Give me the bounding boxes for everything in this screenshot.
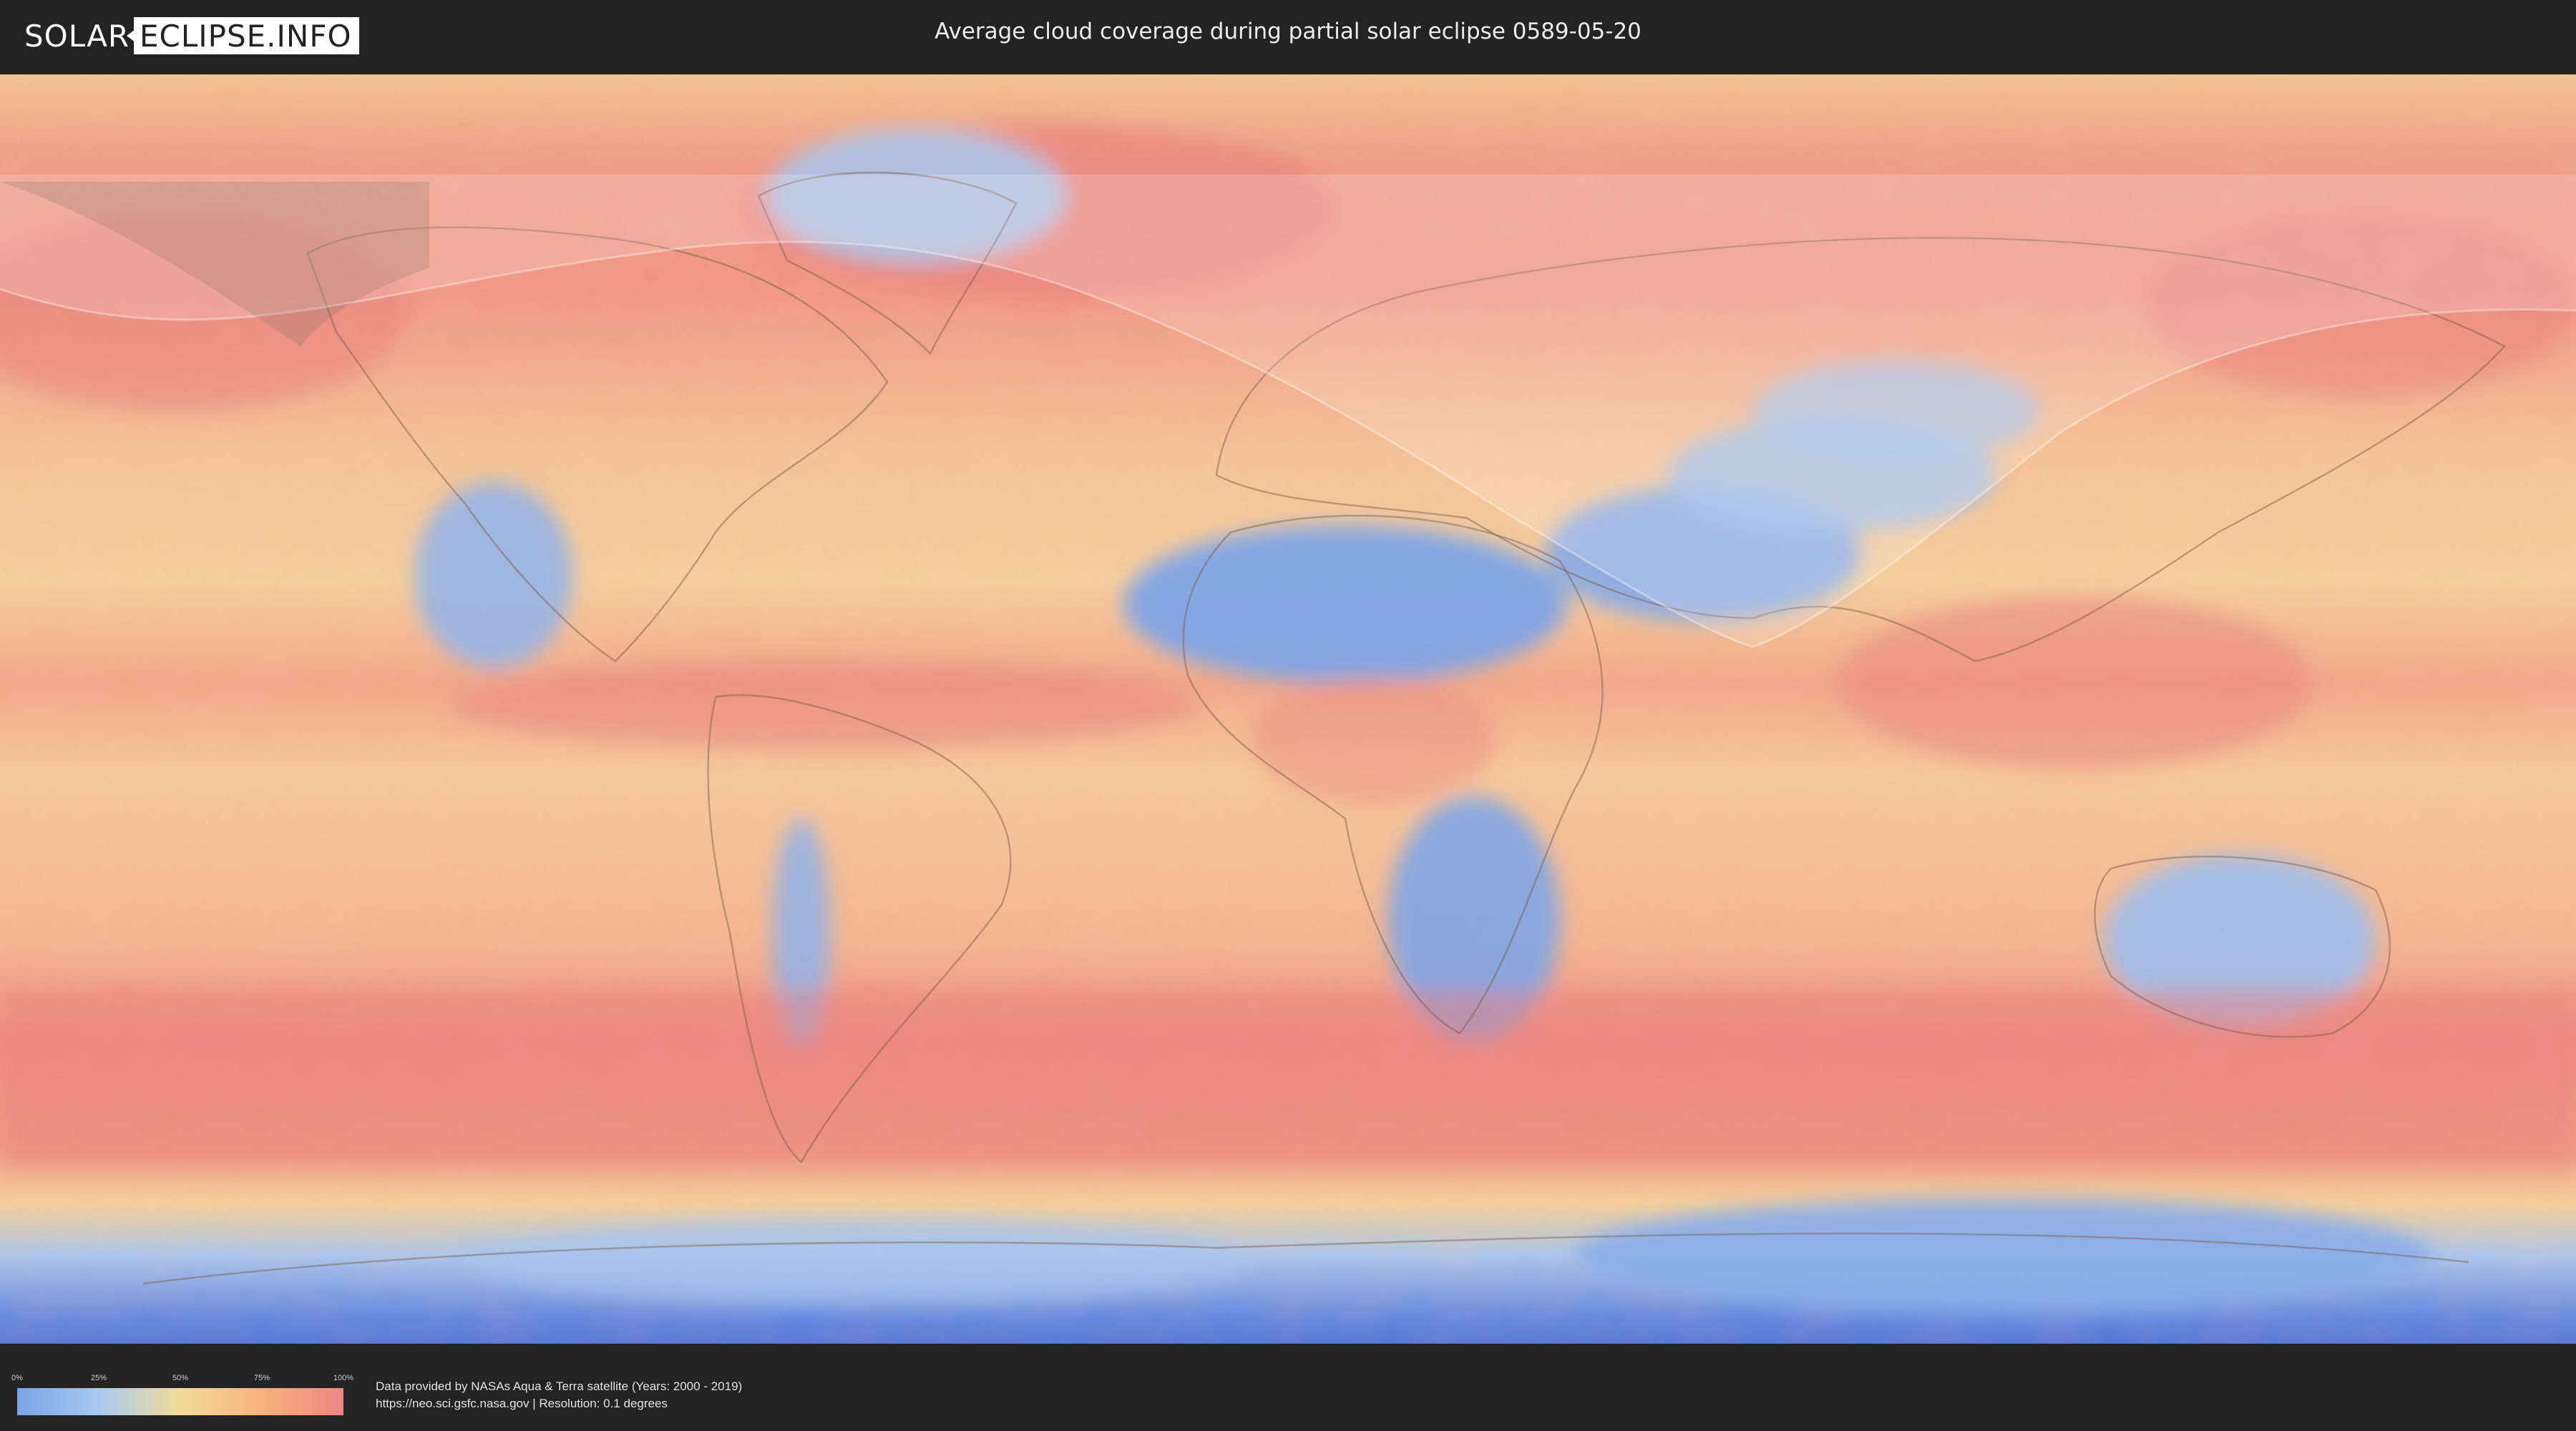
data-credits: Data provided by NASAs Aqua & Terra sate… [376, 1378, 742, 1412]
legend-tick-50: 50% [172, 1374, 189, 1382]
legend-tick-100: 100% [333, 1374, 354, 1382]
legend-tick-25: 25% [90, 1374, 107, 1382]
world-map-svg [0, 74, 2576, 1344]
cloud-coverage-map[interactable] [0, 74, 2576, 1344]
credit-line-source: Data provided by NASAs Aqua & Terra sate… [376, 1379, 743, 1393]
legend-color-bar [17, 1388, 343, 1415]
legend-tick-75: 75% [253, 1374, 270, 1382]
header-bar: SOLAR ECLIPSE.INFO Average cloud coverag… [0, 0, 2576, 72]
credit-line-url[interactable]: https://neo.sci.gsfc.nasa.gov | Resoluti… [376, 1395, 742, 1412]
footer-bar: 0% 25% 50% 75% 100% Data provided by NAS… [0, 1352, 2576, 1431]
cloud-coverage-legend: 0% 25% 50% 75% 100% [11, 1374, 353, 1415]
legend-ticks: 0% 25% 50% 75% 100% [11, 1374, 353, 1385]
legend-tick-0: 0% [11, 1374, 23, 1382]
page-title: Average cloud coverage during partial so… [935, 19, 1641, 44]
